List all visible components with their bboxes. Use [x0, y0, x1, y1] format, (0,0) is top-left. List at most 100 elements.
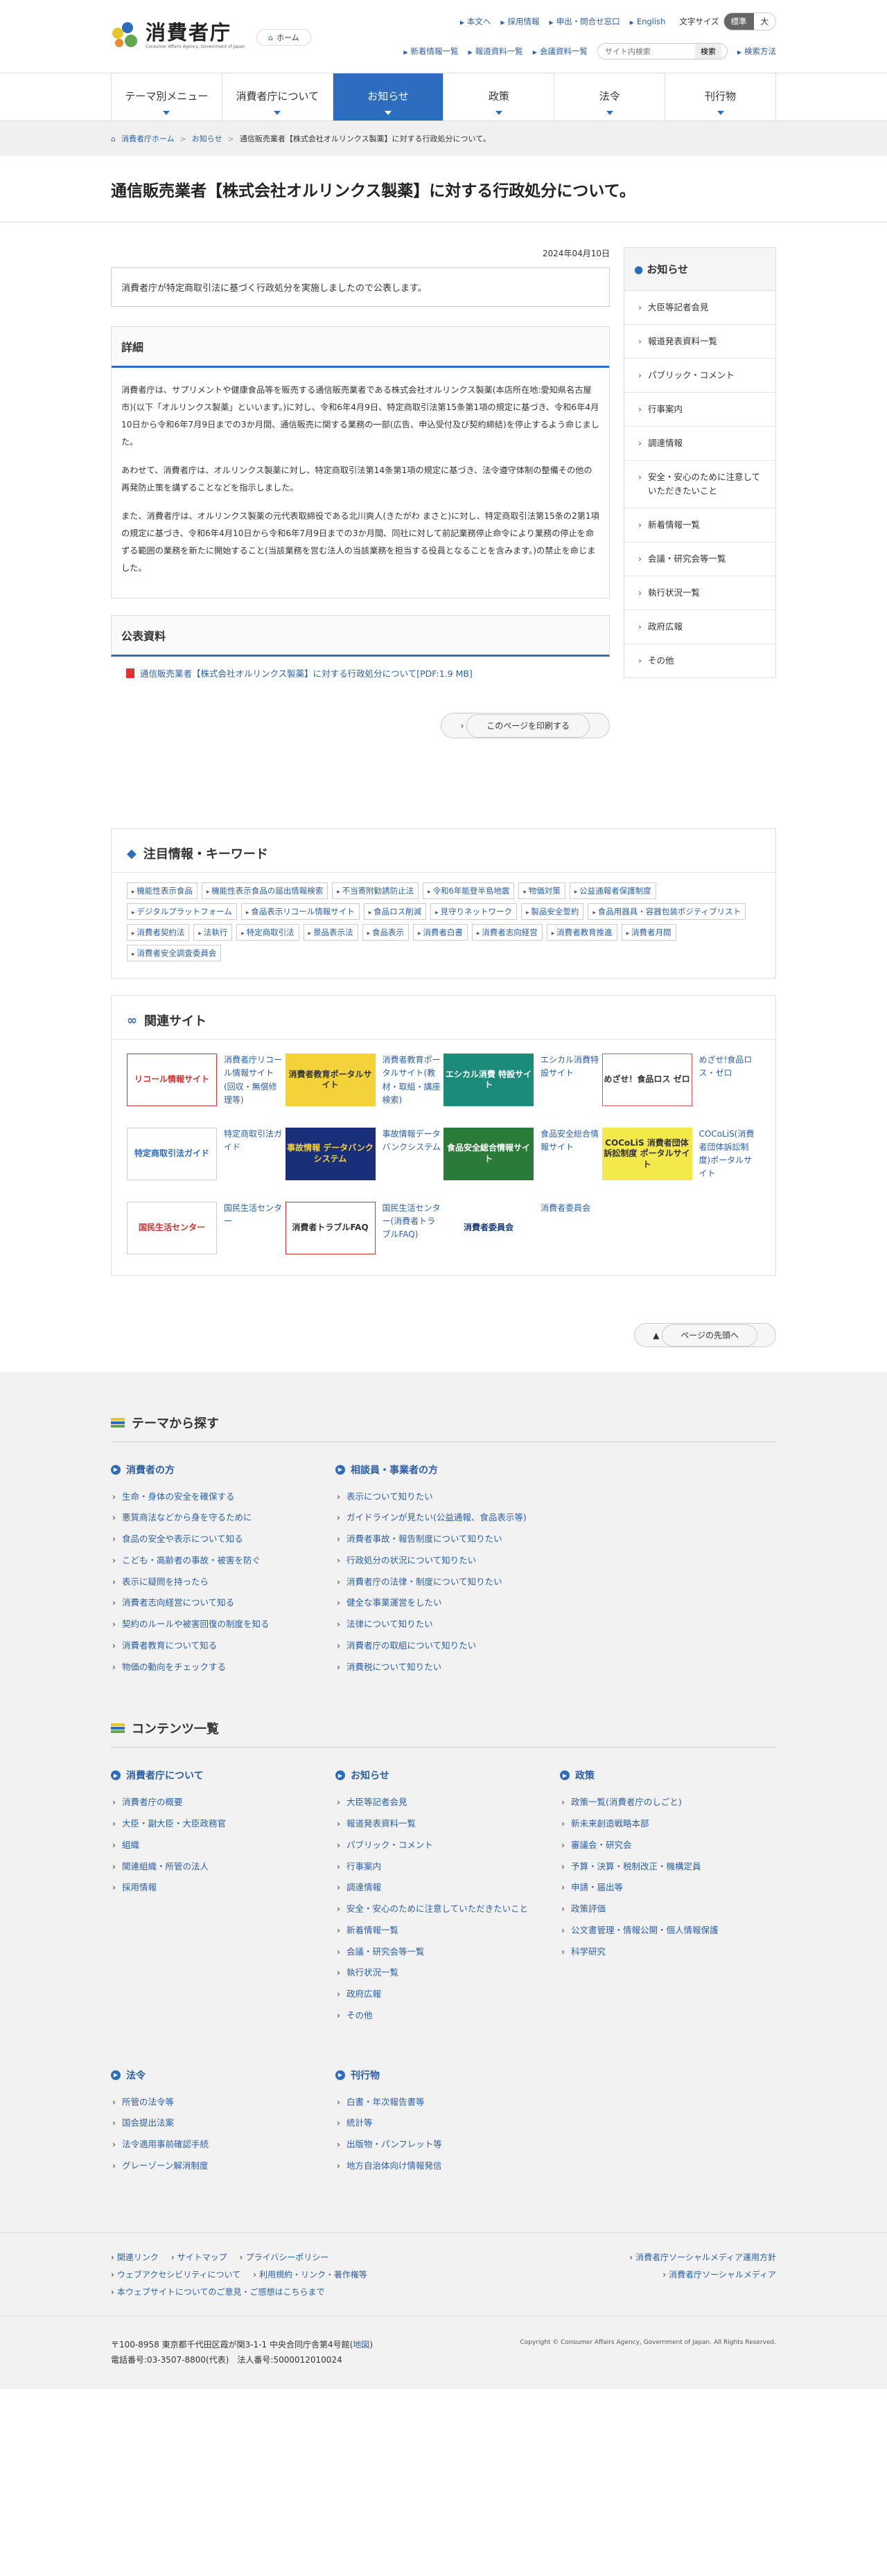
footer-link[interactable]: 科学研究	[560, 1942, 761, 1963]
related-site-link[interactable]: COCoLiS(消費者団体訴訟制度)ポータルサイト	[699, 1128, 761, 1181]
related-site-item[interactable]: 消費者委員会 消費者委員会	[444, 1201, 602, 1254]
keyword-link[interactable]: 食品表示リコール情報サイト	[240, 903, 360, 921]
footer-link[interactable]: 審議会・研究会	[560, 1835, 761, 1856]
nav-about[interactable]: 消費者庁について	[221, 73, 333, 121]
footer-link[interactable]: 会議・研究会等一覧	[335, 1942, 536, 1963]
keyword-link[interactable]: 消費者白書	[412, 924, 468, 941]
related-site-link[interactable]: 事故情報データバンクシステム	[383, 1128, 444, 1181]
keyword-link[interactable]: 食品用器具・容器包装ポジティブリスト	[588, 903, 746, 921]
sidebar-item[interactable]: 政府広報	[624, 610, 775, 644]
keyword-link[interactable]: デジタルプラットフォーム	[127, 903, 237, 921]
pdf-link[interactable]: 通信販売業者【株式会社オルリンクス製薬】に対する行政処分について[PDF:1.9…	[140, 666, 473, 679]
footer-link[interactable]: 法律について知りたい	[335, 1614, 536, 1635]
footer-bottom-link[interactable]: ウェブアクセシビリティについて	[111, 2268, 240, 2280]
related-site-link[interactable]: エシカル消費特設サイト	[541, 1054, 602, 1107]
footer-link[interactable]: 消費者庁の概要	[111, 1792, 312, 1813]
footer-link[interactable]: 組織	[111, 1835, 312, 1856]
sidebar-item[interactable]: 会議・研究会等一覧	[624, 542, 775, 576]
keyword-link[interactable]: 機能性表示食品	[127, 882, 197, 900]
keyword-link[interactable]: 機能性表示食品の届出情報検索	[201, 882, 328, 900]
social-media-link[interactable]: 消費者庁ソーシャルメディア	[444, 2268, 776, 2280]
skip-to-content-link[interactable]: ▶ 本文へ	[460, 16, 491, 27]
footer-link[interactable]: 表示に疑問を持ったら	[111, 1572, 312, 1593]
footer-column-title[interactable]: ▶ 消費者庁について	[111, 1768, 312, 1782]
footer-link[interactable]: 消費税について知りたい	[335, 1657, 536, 1678]
related-site-item[interactable]: 特定商取引法ガイド 特定商取引法ガイド	[127, 1127, 286, 1181]
keyword-link[interactable]: 製品安全誓約	[521, 903, 584, 921]
keyword-link[interactable]: 消費者契約法	[127, 924, 190, 941]
footer-link[interactable]: 出版物・パンフレット等	[335, 2134, 536, 2156]
footer-link[interactable]: 健全な事業運営をしたい	[335, 1592, 536, 1614]
footer-link[interactable]: 表示について知りたい	[335, 1486, 536, 1508]
keyword-link[interactable]: 消費者教育推進	[546, 924, 617, 941]
sidebar-item[interactable]: その他	[624, 644, 775, 677]
footer-link[interactable]: ガイドラインが見たい(公益通報、食品表示等)	[335, 1507, 536, 1529]
footer-column-title[interactable]: ▶ 刊行物	[335, 2068, 536, 2082]
recruit-link[interactable]: ▶ 採用情報	[500, 16, 539, 27]
related-site-link[interactable]: 国民生活センター	[224, 1202, 286, 1254]
footer-link[interactable]: 予算・決算・税制改正・機構定員	[560, 1856, 761, 1878]
footer-link[interactable]: 関連組織・所管の法人	[111, 1856, 312, 1878]
keyword-link[interactable]: 消費者志向経営	[471, 924, 543, 941]
font-size-standard-button[interactable]: 標準	[723, 13, 754, 30]
related-site-item[interactable]: 消費者教育ポータルサイト 消費者教育ポータルサイト(教材・取組・講座検索)	[285, 1054, 444, 1107]
keyword-link[interactable]: 消費者月間	[621, 924, 676, 941]
keyword-link[interactable]: 法執行	[193, 924, 233, 941]
related-site-link[interactable]: 食品安全総合情報サイト	[541, 1128, 602, 1181]
footer-link[interactable]: 消費者事故・報告制度について知りたい	[335, 1529, 536, 1550]
keyword-link[interactable]: 景品表示法	[303, 924, 358, 941]
keyword-link[interactable]: 公益通報者保護制度	[569, 882, 656, 900]
related-site-link[interactable]: 消費者庁リコール情報サイト(回収・無償修理等)	[224, 1054, 286, 1107]
footer-link[interactable]: 物価の動向をチェックする	[111, 1657, 312, 1678]
breadcrumb-home[interactable]: 消費者庁ホーム	[121, 133, 175, 144]
search-button[interactable]: 検索	[694, 44, 721, 59]
related-site-item[interactable]: COCoLiS 消費者団体訴訟制度 ポータルサイト COCoLiS(消費者団体訴訟…	[601, 1127, 761, 1181]
footer-link[interactable]: 消費者庁の法律・制度について知りたい	[335, 1572, 536, 1593]
footer-link[interactable]: 政府広報	[335, 1984, 536, 2005]
related-site-link[interactable]: 消費者教育ポータルサイト(教材・取組・講座検索)	[383, 1054, 444, 1107]
footer-column-title[interactable]: ▶ 相談員・事業者の方	[335, 1463, 536, 1477]
keyword-link[interactable]: 特定商取引法	[236, 924, 299, 941]
keyword-link[interactable]: 食品表示	[362, 924, 409, 941]
footer-link[interactable]: 国会提出法案	[111, 2113, 312, 2134]
news-list-link[interactable]: ▶ 新着情報一覧	[403, 46, 458, 57]
press-list-link[interactable]: ▶ 報道資料一覧	[468, 46, 523, 57]
footer-link[interactable]: 行事案内	[335, 1856, 536, 1878]
footer-link[interactable]: 政策評価	[560, 1899, 761, 1920]
related-site-link[interactable]: 国民生活センター(消費者トラブルFAQ)	[383, 1202, 444, 1254]
footer-bottom-link[interactable]: 利用規約・リンク・著作権等	[253, 2268, 367, 2280]
footer-link[interactable]: グレーゾーン解消制度	[111, 2156, 312, 2177]
search-help-link[interactable]: ▶ 検索方法	[737, 46, 776, 57]
related-site-link[interactable]: めざせ!食品ロス・ゼロ	[699, 1054, 761, 1107]
footer-link[interactable]: 消費者教育について知る	[111, 1635, 312, 1657]
footer-column-title[interactable]: ▶ 法令	[111, 2068, 312, 2082]
related-site-link[interactable]: 消費者委員会	[541, 1202, 590, 1254]
contact-link[interactable]: ▶ 申出・問合せ窓口	[550, 16, 620, 27]
related-site-item[interactable]: エシカル消費 特設サイト エシカル消費特設サイト	[444, 1054, 602, 1107]
footer-column-title[interactable]: ▶ 消費者の方	[111, 1463, 312, 1477]
breadcrumb-news[interactable]: お知らせ	[192, 133, 222, 144]
related-site-item[interactable]: 事故情報 データバンクシステム 事故情報データバンクシステム	[285, 1127, 444, 1181]
footer-link[interactable]: 政策一覧(消費者庁のしごと)	[560, 1792, 761, 1813]
print-button[interactable]: › このページを印刷する	[440, 713, 610, 739]
footer-link[interactable]: 地方自治体向け情報発信	[335, 2156, 536, 2177]
sidebar-item[interactable]: 調達情報	[624, 427, 775, 461]
related-site-item[interactable]: 食品安全総合情報サイト 食品安全総合情報サイト	[444, 1127, 602, 1181]
related-site-item[interactable]: 国民生活センター 国民生活センター	[127, 1201, 286, 1254]
related-site-item[interactable]: めざせ！食品ロス ゼロ めざせ!食品ロス・ゼロ	[601, 1054, 761, 1107]
keyword-link[interactable]: 食品ロス削減	[363, 903, 427, 921]
home-button[interactable]: ⌂ ホーム	[256, 29, 311, 46]
font-size-large-button[interactable]: 大	[754, 13, 776, 30]
footer-link[interactable]: 報道発表資料一覧	[335, 1813, 536, 1835]
footer-column-title[interactable]: ▶ お知らせ	[335, 1768, 536, 1782]
footer-link[interactable]: 採用情報	[111, 1877, 312, 1899]
footer-link[interactable]: 申請・届出等	[560, 1877, 761, 1899]
related-site-item[interactable]: リコール情報サイト 消費者庁リコール情報サイト(回収・無償修理等)	[127, 1054, 286, 1107]
footer-link[interactable]: 生命・身体の安全を確保する	[111, 1486, 312, 1508]
map-link[interactable]: 地図	[353, 2340, 369, 2350]
sidebar-item[interactable]: 安全・安心のために注意していただきたいこと	[624, 461, 775, 508]
footer-link[interactable]: 統計等	[335, 2113, 536, 2134]
sidebar-item[interactable]: パブリック・コメント	[624, 359, 775, 393]
nav-policy[interactable]: 政策	[443, 73, 554, 121]
footer-bottom-link[interactable]: 本ウェブサイトについてのご意見・ご感想はこちらまで	[111, 2286, 325, 2298]
